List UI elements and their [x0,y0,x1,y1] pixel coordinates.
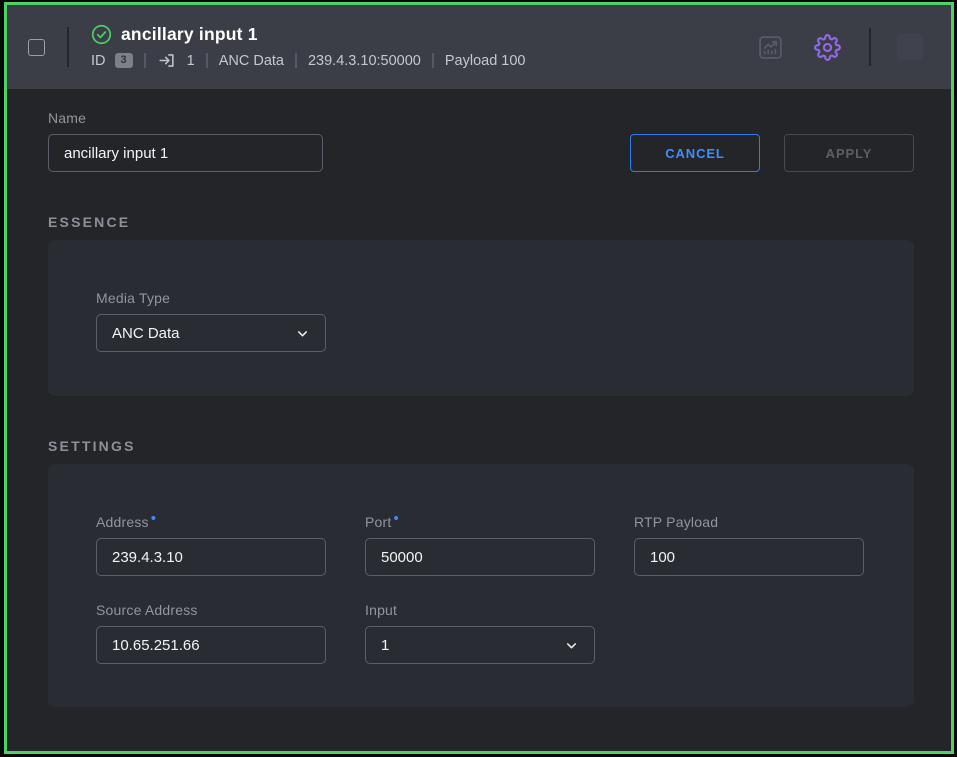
port-label: Port• [365,514,595,530]
meta-separator [144,53,146,68]
port-input[interactable] [365,538,595,576]
id-badge: 3 [115,53,133,68]
meta-separator [432,53,434,68]
media-type-select-value: ANC Data [112,325,180,342]
media-type-select[interactable]: ANC Data [96,314,326,352]
meta-separator [295,53,297,68]
input-select-value: 1 [381,637,389,654]
status-ok-icon [91,24,112,45]
chevron-down-icon [295,326,310,341]
gear-icon [814,34,841,61]
settings-card: Address• Port• RTP Payload Source Addres… [48,464,914,707]
device-config-window: ancillary input 1 ID 3 [4,2,954,754]
header-right-divider [869,28,871,66]
cancel-button[interactable]: CANCEL [630,134,760,172]
address-port-text: 239.4.3.10:50000 [308,53,421,69]
meta-row: ID 3 1 ANC Data 239.4 [91,51,526,70]
apply-button[interactable]: APPLY [784,134,914,172]
address-input[interactable] [96,538,326,576]
thumbnail-placeholder[interactable] [897,34,923,60]
input-select[interactable]: 1 [365,626,595,664]
source-address-input[interactable] [96,626,326,664]
settings-gear-button[interactable] [814,34,841,61]
required-dot: • [393,510,398,527]
chart-trend-icon [757,34,784,61]
source-address-label: Source Address [96,602,326,618]
page-title: ancillary input 1 [121,24,258,45]
id-label: ID [91,53,106,69]
rtp-payload-input[interactable] [634,538,864,576]
essence-card: Media Type ANC Data [48,240,914,396]
select-checkbox[interactable] [28,39,45,56]
header-divider [67,27,69,67]
essence-heading: ESSENCE [48,214,914,230]
chevron-down-icon [564,638,579,653]
payload-text: Payload 100 [445,53,526,69]
input-number: 1 [187,53,195,69]
media-type-text: ANC Data [219,53,284,69]
header: ancillary input 1 ID 3 [7,5,951,89]
metrics-chart-button[interactable] [757,34,784,61]
input-arrow-icon [157,51,176,70]
settings-heading: SETTINGS [48,438,914,454]
required-dot: • [151,510,156,527]
rtp-payload-label: RTP Payload [634,514,864,530]
grid-spacer [634,602,864,664]
config-form: Name CANCEL APPLY ESSENCE Media Type ANC… [7,89,951,751]
name-label: Name [48,110,323,126]
input-label: Input [365,602,595,618]
name-input[interactable] [48,134,323,172]
address-label: Address• [96,514,326,530]
meta-separator [206,53,208,68]
media-type-label: Media Type [96,290,866,306]
